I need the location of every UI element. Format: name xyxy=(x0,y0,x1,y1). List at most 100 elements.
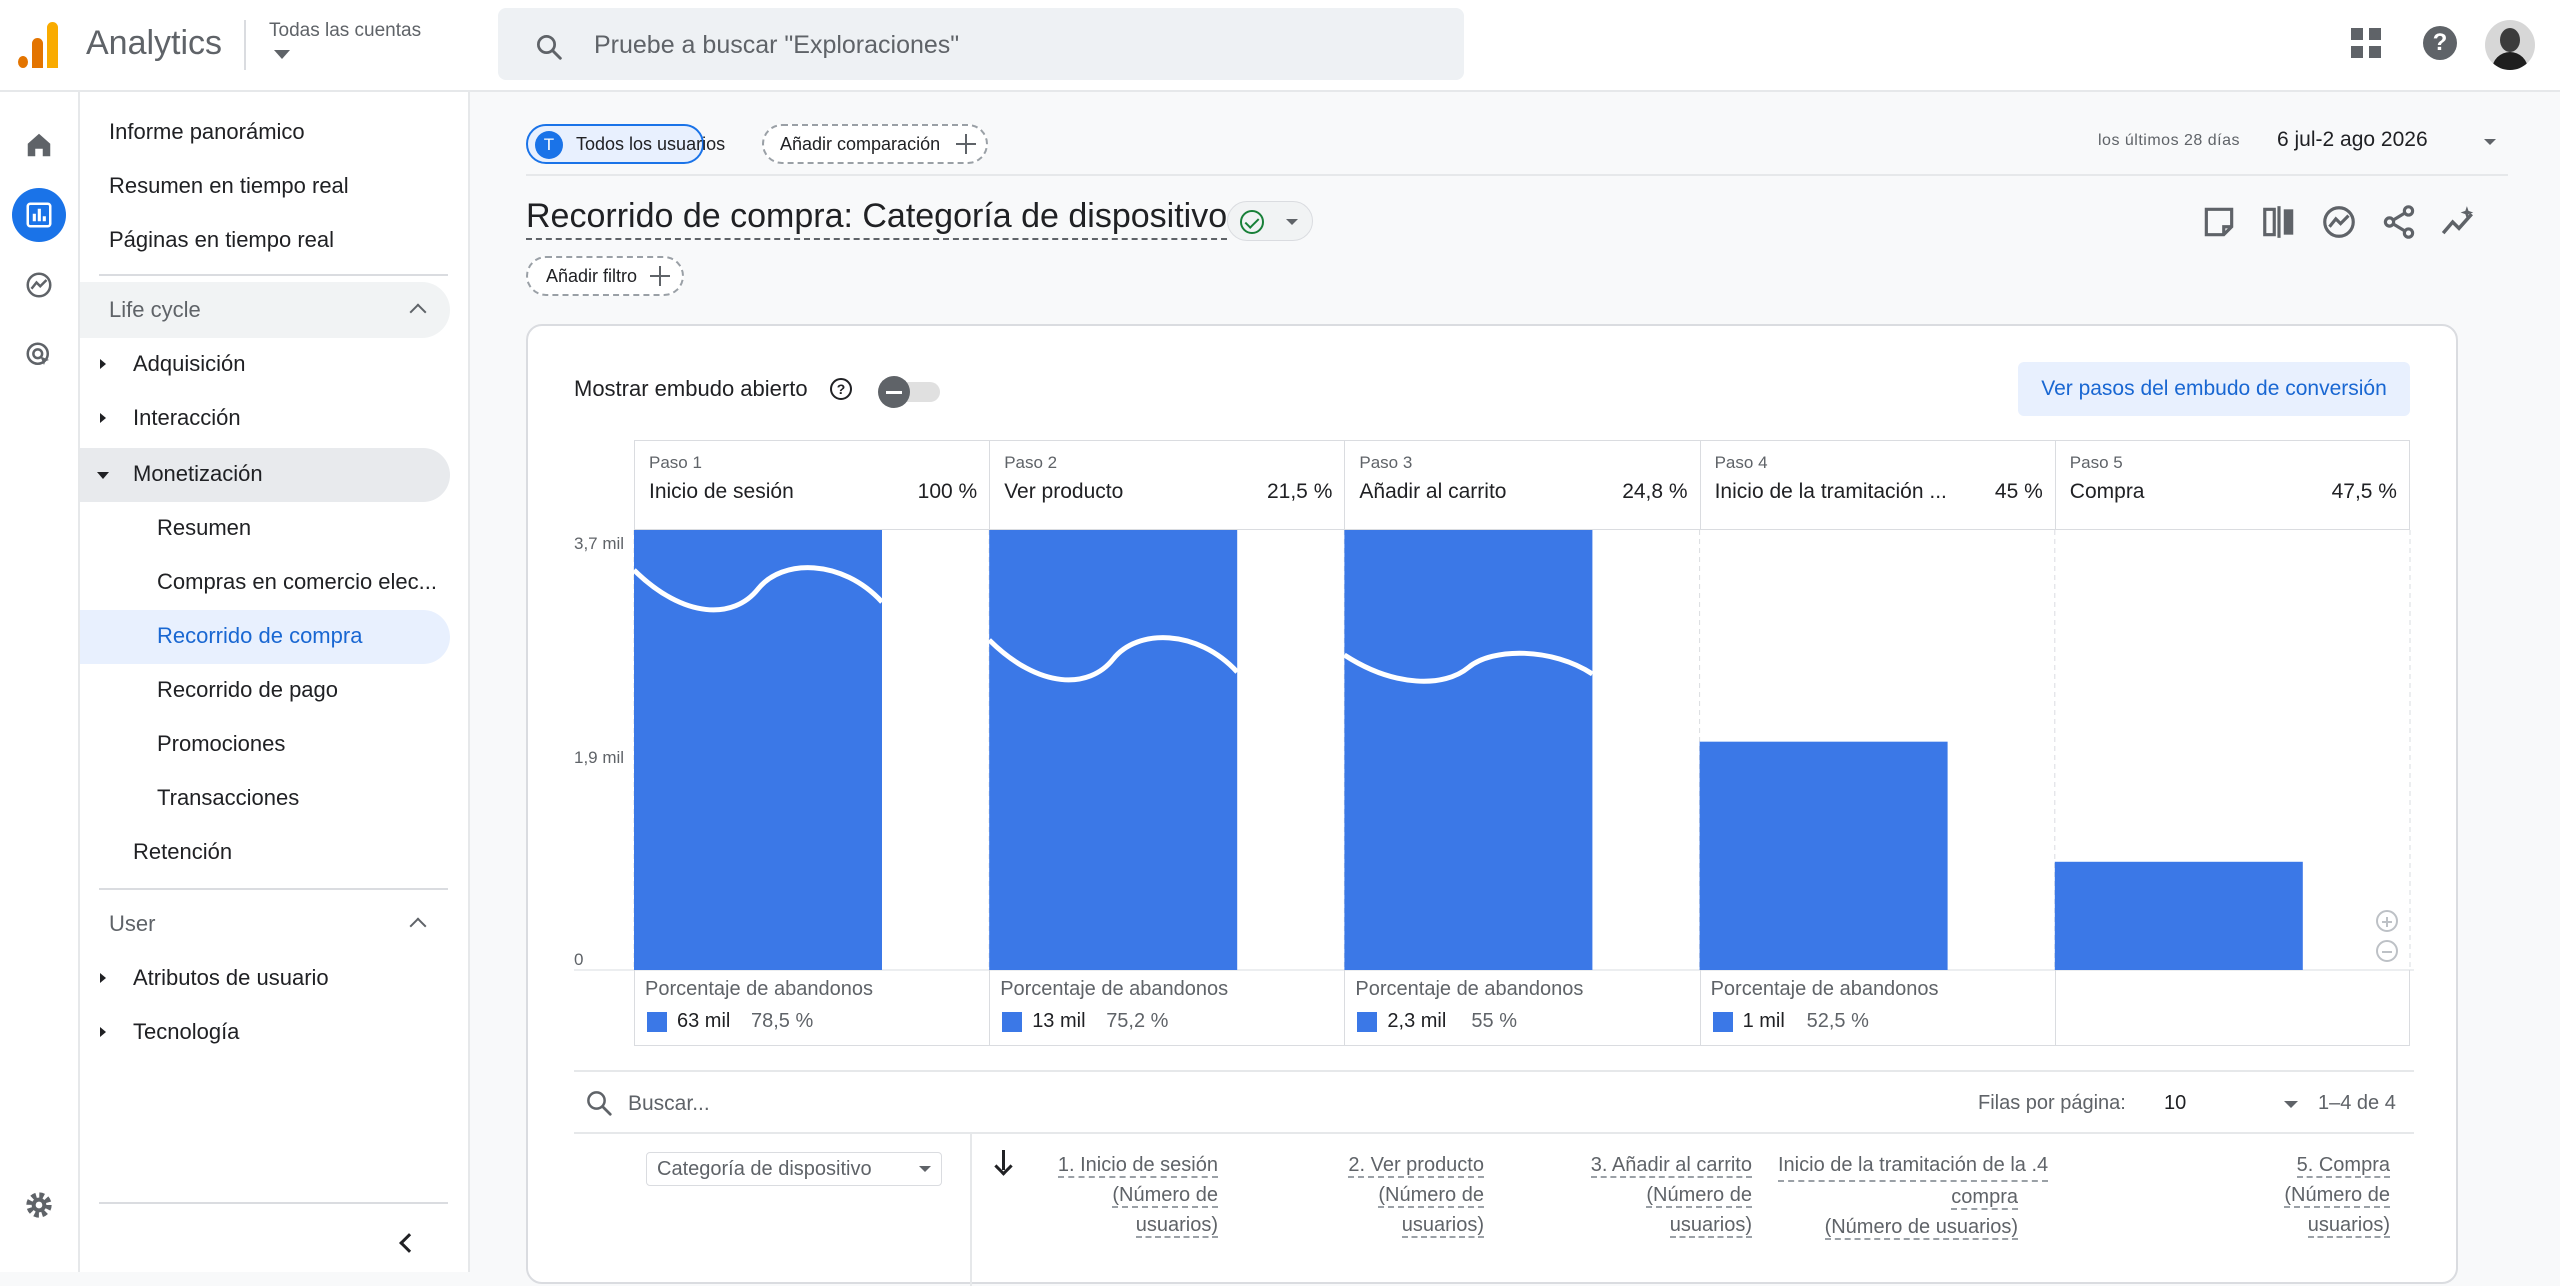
funnel-bar[interactable] xyxy=(1344,530,1593,970)
nav-item-checkout-journey[interactable]: Recorrido de pago xyxy=(157,664,338,716)
view-funnel-steps-button[interactable]: Ver pasos del embudo de conversión xyxy=(2018,362,2410,416)
segment-chip-all-users[interactable]: T Todos los usuarios xyxy=(526,124,725,164)
nav-item-acquisition[interactable]: Adquisición xyxy=(133,338,246,390)
column-header-purchase[interactable]: 5. Compra (Número de usuarios) xyxy=(2228,1150,2390,1240)
column-header-checkout[interactable]: 4. Inicio de la tramitación de la compra… xyxy=(1778,1150,2049,1242)
date-range-preset[interactable]: los últimos 28 días xyxy=(2098,132,2240,150)
dropoff-title: Porcentaje de abandonos xyxy=(1710,978,1939,1000)
funnel-chart: 0 1,9 mil 3,7 mil Paso 1 Inicio de sesión 100… xyxy=(574,440,2414,1046)
legend-swatch xyxy=(1357,1012,1378,1032)
advertising-icon[interactable] xyxy=(12,328,66,382)
section-lifecycle-label: Life cycle xyxy=(109,297,201,322)
expand-triangle-icon[interactable] xyxy=(100,1027,106,1037)
nav-item-technology[interactable]: Tecnología xyxy=(133,1006,239,1058)
chevron-up-icon xyxy=(409,917,427,935)
column-header-line: 5. Compra xyxy=(2296,1154,2390,1178)
rows-per-page-label: Filas por página: xyxy=(1978,1092,2126,1114)
nav-item-realtime-pages[interactable]: Páginas en tiempo real xyxy=(109,214,334,266)
expand-triangle-icon[interactable] xyxy=(100,413,106,423)
funnel-step-header[interactable]: Paso 1 Inicio de sesión 100 % xyxy=(634,440,990,530)
funnel-bar[interactable] xyxy=(2054,861,2303,970)
nav-item-monetization[interactable]: Monetización xyxy=(133,448,263,500)
help-circle-icon[interactable]: ? xyxy=(830,378,852,400)
report-status-chip[interactable] xyxy=(1227,201,1313,241)
nav-item-ecommerce-purchases[interactable]: Compras en comercio elec... xyxy=(157,556,437,608)
nav-item-interaction[interactable]: Interacción xyxy=(133,392,241,444)
funnel-bar[interactable] xyxy=(989,530,1238,970)
nav-divider xyxy=(99,888,448,890)
funnel-step-percent: 47,5 % xyxy=(2331,480,2397,503)
table-search-input[interactable]: Buscar... xyxy=(628,1092,710,1116)
column-header-view-product[interactable]: 2. Ver producto (Número de usuarios) xyxy=(1284,1150,1484,1240)
avatar[interactable] xyxy=(2485,20,2535,70)
expand-triangle-icon[interactable] xyxy=(100,973,106,983)
funnel-step-header[interactable]: Paso 3 Añadir al carrito 24,8 % xyxy=(1344,440,1700,530)
reports-icon[interactable] xyxy=(12,188,66,242)
funnel-bar[interactable] xyxy=(1699,741,1948,970)
collapse-nav-chevron-icon[interactable] xyxy=(399,1233,419,1253)
rows-per-page-select[interactable]: 10 xyxy=(2164,1092,2186,1115)
column-header-login[interactable]: 1. Inicio de sesión (Número de usuarios) xyxy=(1028,1150,1218,1240)
column-header-line: (Número de xyxy=(1112,1184,1218,1208)
dropoff-title: Porcentaje de abandonos xyxy=(1000,978,1229,1000)
column-header-line: usuarios) xyxy=(1401,1214,1484,1238)
search-placeholder: Pruebe a buscar "Exploraciones" xyxy=(594,31,960,59)
nav-item-monetization-summary[interactable]: Resumen xyxy=(157,502,251,554)
explore-icon[interactable] xyxy=(12,258,66,312)
share-icon[interactable] xyxy=(2380,203,2418,241)
legend-swatch xyxy=(1002,1012,1023,1032)
settings-gear-icon[interactable] xyxy=(12,1178,66,1232)
dropoff-count: 13 mil xyxy=(1032,1010,1086,1032)
zoom-in-icon[interactable] xyxy=(2376,910,2398,932)
toggle-knob[interactable] xyxy=(878,376,910,408)
plus-icon xyxy=(650,266,670,286)
dropoff-count: 63 mil xyxy=(677,1010,731,1032)
compare-columns-icon[interactable] xyxy=(2260,203,2298,241)
nav-item-transactions[interactable]: Transacciones xyxy=(157,772,299,824)
dropoff-cell: Porcentaje de abandonos 63 mil 78,5 % xyxy=(634,970,990,1046)
global-search-bar[interactable]: Pruebe a buscar "Exploraciones" xyxy=(498,8,1464,80)
nav-item-user-attributes[interactable]: Atributos de usuario xyxy=(133,952,329,1004)
note-icon[interactable] xyxy=(2200,203,2238,241)
analytics-logo-icon[interactable] xyxy=(18,22,60,68)
add-comparison-button[interactable]: Añadir comparación xyxy=(762,124,988,164)
column-header-line: (Número de usuarios) xyxy=(1824,1216,2018,1240)
funnel-step-number: Paso 3 xyxy=(1359,453,1413,472)
column-header-line: 4. Inicio de la tramitación de la xyxy=(1778,1150,2049,1182)
account-picker-label[interactable]: Todas las cuentas xyxy=(269,20,421,42)
dropoff-rate: 55 % xyxy=(1471,1010,1517,1032)
funnel-step-header[interactable]: Paso 4 Inicio de la tramitación ... 45 % xyxy=(1699,440,2055,530)
nav-item-purchase-journey[interactable]: Recorrido de compra xyxy=(157,610,362,662)
funnel-card: Mostrar embudo abierto ? Ver pasos del e… xyxy=(526,324,2458,1286)
funnel-step-name: Compra xyxy=(2069,480,2145,503)
nav-item-overview[interactable]: Informe panorámico xyxy=(109,106,305,158)
add-filter-button[interactable]: Añadir filtro xyxy=(526,256,684,296)
section-user[interactable]: User xyxy=(80,896,450,952)
expand-triangle-icon[interactable] xyxy=(100,359,106,369)
column-header-line: compra xyxy=(1951,1186,2018,1210)
chevron-down-icon[interactable] xyxy=(2284,1101,2298,1108)
column-header-add-to-cart[interactable]: 3. Añadir al carrito (Número de usuarios… xyxy=(1528,1150,1752,1240)
date-caret-icon[interactable] xyxy=(2484,139,2496,145)
nav-item-retention[interactable]: Retención xyxy=(133,826,232,878)
insights-icon[interactable] xyxy=(2320,203,2358,241)
apps-grid-icon[interactable] xyxy=(2351,28,2383,60)
help-icon[interactable]: ? xyxy=(2423,26,2457,60)
nav-item-realtime-summary[interactable]: Resumen en tiempo real xyxy=(109,160,349,212)
section-lifecycle[interactable]: Life cycle xyxy=(80,282,450,338)
account-caret-icon[interactable] xyxy=(274,50,290,59)
date-range-value[interactable]: 6 jul-2 ago 2026 xyxy=(2277,128,2428,152)
column-header-line: 3. Añadir al carrito xyxy=(1590,1154,1752,1178)
dropoff-title: Porcentaje de abandonos xyxy=(1355,978,1584,1000)
funnel-step-header[interactable]: Paso 5 Compra 47,5 % xyxy=(2054,440,2410,530)
collapse-triangle-icon[interactable] xyxy=(97,472,109,479)
dimension-select[interactable]: Categoría de dispositivo xyxy=(646,1152,942,1186)
funnel-step-header[interactable]: Paso 2 Ver producto 21,5 % xyxy=(989,440,1345,530)
trend-sparkle-icon[interactable] xyxy=(2440,203,2478,241)
home-icon[interactable] xyxy=(12,118,66,172)
zoom-out-icon[interactable] xyxy=(2376,940,2398,962)
nav-item-promotions[interactable]: Promociones xyxy=(157,718,285,770)
add-comparison-label: Añadir comparación xyxy=(780,134,941,154)
sort-descending-arrow-icon[interactable] xyxy=(994,1150,1014,1174)
legend-swatch xyxy=(1712,1012,1733,1032)
